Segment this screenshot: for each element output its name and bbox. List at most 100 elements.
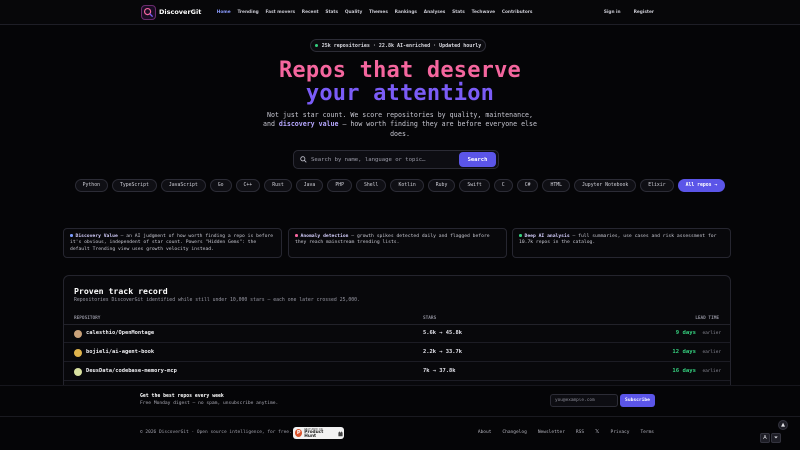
search-bar: Search — [293, 150, 499, 169]
x-icon[interactable]: 𝕏 — [595, 429, 599, 435]
hero-subtitle-part3: — how worth finding they are before ever… — [338, 120, 537, 138]
accessibility-icon[interactable]: A — [760, 433, 770, 443]
nav-techwave[interactable]: Techwave — [468, 10, 498, 15]
scroll-top-icon[interactable]: ▲ — [778, 420, 788, 430]
avatar — [74, 330, 82, 338]
nav-stats[interactable]: Stats — [322, 10, 341, 15]
product-hunt-text: FEATURED ON Product Hunt — [304, 428, 333, 438]
stats-pill-text: 25k repositories · 22.8k AI-enriched · U… — [321, 42, 482, 49]
hero-subtitle: Not just star count. We score repositori… — [258, 111, 542, 139]
repo-earlier-label: earlier — [702, 331, 721, 336]
hero-subtitle-part2: and — [263, 120, 279, 129]
lang-chip-ruby[interactable]: Ruby — [427, 179, 456, 192]
lang-chip-c[interactable]: C — [493, 179, 513, 192]
register-link[interactable]: Register — [634, 10, 654, 15]
copyright-text: © 2026 DiscoverGit · Open source intelli… — [140, 430, 292, 435]
footer-link-terms[interactable]: Terms — [640, 430, 654, 435]
repo-name[interactable]: bojieli/ai-agent-book — [86, 349, 154, 355]
search-input[interactable] — [307, 156, 459, 163]
lang-chip-shell[interactable]: Shell — [356, 179, 387, 192]
lang-chip-elixir[interactable]: Elixir — [640, 179, 674, 192]
lang-chip-cpp[interactable]: C++ — [235, 179, 261, 192]
lang-chip-php[interactable]: PHP — [327, 179, 352, 192]
footer-link-privacy[interactable]: Privacy — [610, 430, 629, 435]
sign-in-link[interactable]: Sign in — [604, 10, 621, 15]
feature-card-deep-ai: Deep AI analysis — full summaries, use c… — [512, 228, 731, 258]
avatar — [74, 349, 82, 357]
search-icon — [300, 156, 307, 163]
lang-chip-kotlin[interactable]: Kotlin — [390, 179, 424, 192]
product-hunt-badge[interactable]: P FEATURED ON Product Hunt — [293, 427, 344, 439]
nav-quality[interactable]: Quality — [341, 10, 365, 15]
lang-chip-java[interactable]: Java — [295, 179, 324, 192]
footer-link-rss[interactable]: RSS — [576, 430, 584, 435]
repo-earlier-label: earlier — [702, 369, 721, 374]
bullet-icon — [519, 234, 522, 237]
track-record-card: Proven track record Repositories Discove… — [63, 275, 731, 395]
lang-chip-html[interactable]: HTML — [542, 179, 571, 192]
lang-chip-typescript[interactable]: TypeScript — [111, 179, 157, 192]
auth-links: Sign in Register — [604, 10, 654, 15]
nav-trending[interactable]: Trending — [234, 10, 262, 15]
nav-themes[interactable]: Themes — [366, 10, 392, 15]
product-hunt-icon: P — [295, 429, 303, 437]
repo-name[interactable]: DeusData/codebase-memory-mcp — [86, 368, 177, 374]
col-header-repository: REPOSITORY — [74, 316, 101, 321]
cat-icon — [337, 429, 344, 437]
table-row[interactable]: bojieli/ai-agent-book 2.2k → 33.7k 12 da… — [64, 344, 730, 362]
bullet-icon — [295, 234, 298, 237]
top-nav: DiscoverGit Home Trending Fast movers Re… — [0, 0, 800, 25]
lang-chip-rust[interactable]: Rust — [264, 179, 292, 192]
nav-recent[interactable]: Recent — [298, 10, 322, 15]
repo-name[interactable]: calesthio/OpenMontage — [86, 330, 154, 336]
lang-chip-javascript[interactable]: JavaScript — [160, 179, 206, 192]
nav-fast-movers[interactable]: Fast movers — [262, 10, 298, 15]
nav-contributors[interactable]: Contributors — [498, 10, 535, 15]
footer-link-newsletter[interactable]: Newsletter — [538, 430, 565, 435]
nav-analyses[interactable]: Analyses — [420, 10, 448, 15]
repo-stars: 5.6k → 45.8k — [423, 330, 462, 336]
feature-card-anomaly: Anomaly detection — growth spikes detect… — [288, 228, 507, 258]
search-button[interactable]: Search — [459, 152, 496, 167]
footer-links: About Changelog Newsletter RSS 𝕏 Privacy… — [478, 429, 654, 435]
track-record-title: Proven track record — [74, 286, 168, 296]
brand-logo[interactable]: DiscoverGit — [141, 4, 202, 20]
lang-chip-jupyter[interactable]: Jupyter Notebook — [574, 179, 637, 192]
feature-title: Discovery Value — [75, 234, 118, 239]
hero-title-line1: Repos that deserve — [278, 58, 521, 83]
lang-chip-swift[interactable]: Swift — [459, 179, 490, 192]
hero-subtitle-highlight: discovery value — [278, 120, 339, 129]
nav-links: Home Trending Fast movers Recent Stats Q… — [213, 10, 536, 15]
repo-lead-time: 9 days — [675, 330, 696, 336]
footer-link-about[interactable]: About — [478, 430, 492, 435]
newsletter-title: Get the best repos every week — [140, 394, 224, 399]
track-record-subtitle: Repositories DiscoverGit identified whil… — [74, 298, 360, 303]
brand-icon — [141, 4, 156, 20]
lang-chip-go[interactable]: Go — [209, 179, 232, 192]
lang-chip-python[interactable]: Python — [74, 179, 108, 192]
repo-lead-time: 16 days — [672, 368, 696, 374]
nav-rankings[interactable]: Rankings — [391, 10, 420, 15]
avatar — [74, 368, 82, 376]
hero-title-line2: your attention — [305, 81, 495, 106]
newsletter-bar: Get the best repos every week Free Monda… — [0, 385, 800, 416]
theme-toggle-icon[interactable]: ⏷ — [771, 433, 781, 443]
footer-link-changelog[interactable]: Changelog — [502, 430, 526, 435]
nav-stats-2[interactable]: Stats — [449, 10, 468, 15]
table-row[interactable]: calesthio/OpenMontage 5.6k → 45.8k 9 day… — [64, 325, 730, 343]
nav-home[interactable]: Home — [213, 10, 234, 15]
footer: © 2026 DiscoverGit · Open source intelli… — [0, 416, 800, 450]
newsletter-email-field[interactable] — [550, 394, 618, 407]
brand-name: DiscoverGit — [159, 8, 202, 16]
col-header-lead-time: LEAD TIME — [695, 316, 719, 321]
lang-chip-csharp[interactable]: C# — [516, 179, 539, 192]
col-header-stars: STARS — [423, 316, 437, 321]
repo-earlier-label: earlier — [702, 350, 721, 355]
subscribe-button[interactable]: Subscribe — [620, 394, 655, 407]
all-repos-button[interactable]: All repos → — [677, 179, 726, 192]
table-row[interactable]: DeusData/codebase-memory-mcp 7k → 37.8k … — [64, 363, 730, 381]
feature-title: Anomaly detection — [300, 234, 349, 239]
bullet-icon — [70, 234, 73, 237]
repo-stars: 7k → 37.8k — [423, 368, 456, 374]
live-dot-icon — [314, 44, 318, 47]
